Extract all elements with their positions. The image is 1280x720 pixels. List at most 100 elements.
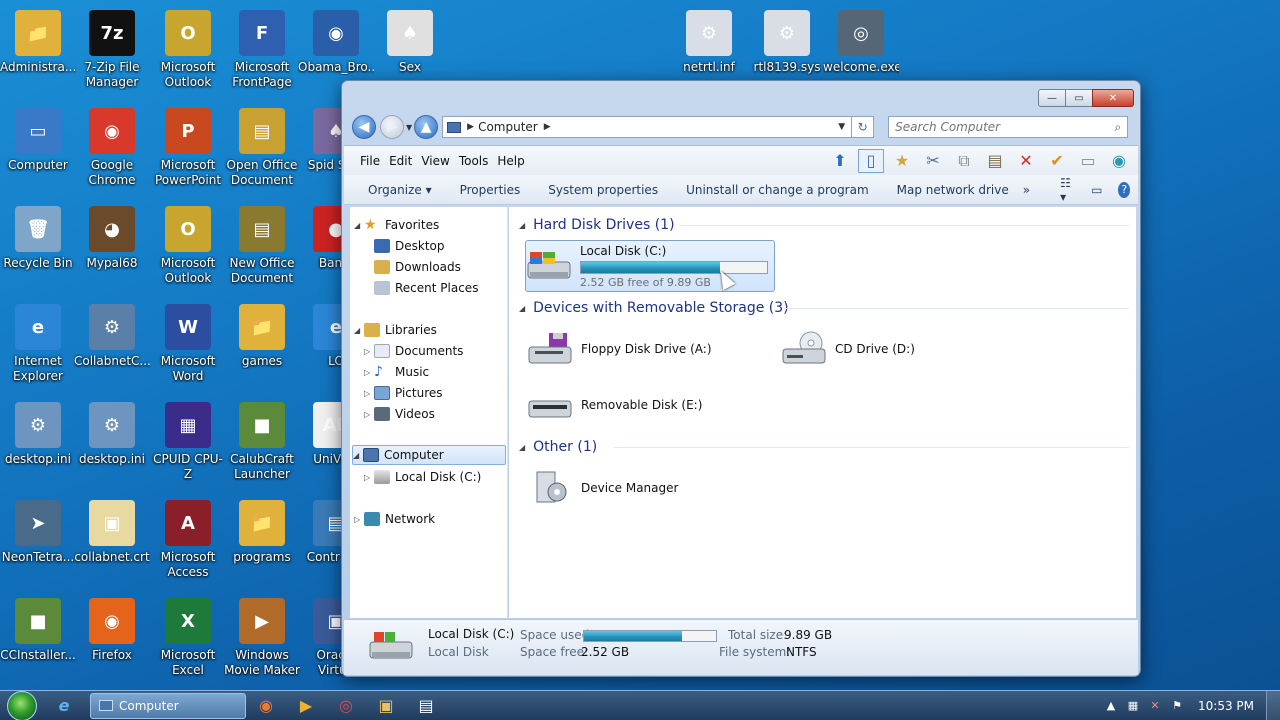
properties-icon[interactable]: ▭ <box>1075 149 1101 173</box>
document-icon[interactable]: ▤ <box>406 692 446 720</box>
volume-muted-icon[interactable]: ✕ <box>1144 699 1166 712</box>
desktop-icon-item[interactable]: O Microsoft Outlook <box>150 4 226 94</box>
nav-favorites[interactable]: ◢ ★ Favorites <box>354 215 439 235</box>
drive-removable-e[interactable]: Removable Disk (E:) <box>527 379 702 431</box>
breadcrumb-computer[interactable]: Computer <box>478 120 538 134</box>
menu-tools[interactable]: Tools <box>459 154 498 168</box>
desktop-icon-item[interactable]: ▤ New Office Document <box>224 200 300 290</box>
drive-floppy-a[interactable]: Floppy Disk Drive (A:) <box>527 323 712 375</box>
desktop-icon-item[interactable]: W Microsoft Word <box>150 298 226 388</box>
desktop-icon-item[interactable]: ◕ Mypal68 <box>74 200 150 290</box>
group-other[interactable]: ◢ Other (1) <box>519 437 1129 457</box>
desktop-icon-item[interactable]: 7z 7-Zip File Manager <box>74 4 150 94</box>
breadcrumb-chevron-icon[interactable]: ▶ <box>544 122 551 132</box>
network-tray-icon[interactable]: ▦ <box>1122 699 1144 712</box>
desktop-icon-item[interactable]: ⚙ desktop.ini <box>74 396 150 486</box>
organize-button[interactable]: Organize ▾ <box>344 183 446 197</box>
nav-libraries[interactable]: ◢ Libraries <box>354 320 437 340</box>
minimize-button[interactable]: — <box>1038 89 1066 107</box>
copy-icon[interactable]: ⧉ <box>951 149 977 173</box>
properties-button[interactable]: Properties <box>446 183 535 197</box>
close-button[interactable]: ✕ <box>1092 89 1134 107</box>
help-icon[interactable]: ? <box>1118 181 1131 198</box>
desktop-icon-item[interactable]: ◉ Firefox <box>74 592 150 682</box>
recent-pages-icon[interactable]: ▼ <box>406 123 412 132</box>
nav-downloads[interactable]: Downloads <box>364 257 461 277</box>
expand-arrow-icon[interactable]: ▷ <box>364 473 374 482</box>
menu-help[interactable]: Help <box>497 154 533 168</box>
desktop-icon-item[interactable]: ⚙ desktop.ini <box>0 396 76 486</box>
nav-pictures[interactable]: ▷ Pictures <box>364 383 443 403</box>
desktop-icon-item[interactable]: 📁 games <box>224 298 300 388</box>
favorites-folder-icon[interactable]: ★ <box>889 149 915 173</box>
expand-arrow-icon[interactable]: ▷ <box>364 368 374 377</box>
system-properties-button[interactable]: System properties <box>534 183 672 197</box>
flag-icon[interactable]: ⚑ <box>1166 699 1188 712</box>
desktop-icon-item[interactable]: ▶ Windows Movie Maker <box>224 592 300 682</box>
nav-documents[interactable]: ▷ Documents <box>364 341 463 361</box>
globe-icon[interactable]: ◉ <box>1106 149 1132 173</box>
desktop-icon-item[interactable]: ▣ collabnet.crt <box>74 494 150 584</box>
breadcrumb-chevron-icon[interactable]: ▶ <box>467 122 474 132</box>
preview-pane-icon[interactable]: ▭ <box>1091 183 1102 197</box>
drive-cd-d[interactable]: CD Drive (D:) <box>781 323 915 375</box>
desktop-icon-item[interactable]: F Microsoft FrontPage <box>224 4 300 94</box>
nav-desktop[interactable]: Desktop <box>364 236 445 256</box>
drive-local-disk-c[interactable]: Local Disk (C:) 2.52 GB free of 9.89 GB <box>525 240 775 292</box>
refresh-icon[interactable]: ↻ <box>852 116 875 138</box>
desktop-icon-item[interactable]: ▦ CPUID CPU-Z <box>150 396 226 486</box>
nav-videos[interactable]: ▷ Videos <box>364 404 435 424</box>
expand-arrow-icon[interactable]: ▷ <box>354 515 364 524</box>
desktop-icon-item[interactable]: X Microsoft Excel <box>150 592 226 682</box>
map-network-drive-button[interactable]: Map network drive <box>883 183 1023 197</box>
up-folder-icon[interactable]: ⬆ <box>827 149 853 173</box>
start-button[interactable] <box>0 690 44 720</box>
collapse-arrow-icon[interactable]: ◢ <box>354 221 364 230</box>
taskbar-computer-button[interactable]: Computer <box>90 692 246 719</box>
desktop-icon-item[interactable]: 📁 programs <box>224 494 300 584</box>
up-button[interactable]: ▲ <box>414 115 439 139</box>
app-window-icon[interactable]: ▣ <box>366 692 406 720</box>
expand-arrow-icon[interactable]: ▷ <box>364 410 374 419</box>
nav-network[interactable]: ▷ Network <box>354 509 435 529</box>
device-manager-item[interactable]: Device Manager <box>527 462 678 514</box>
media-player-icon[interactable]: ▶ <box>286 692 326 720</box>
desktop-icon-item[interactable]: 📁 Administra... <box>0 4 76 94</box>
paste-icon[interactable]: ▤ <box>982 149 1008 173</box>
search-box[interactable]: ⌕ <box>888 116 1129 138</box>
desktop-icon-item[interactable]: e Internet Explorer <box>0 298 76 388</box>
desktop-icon-item[interactable]: ▤ Open Office Document <box>224 102 300 192</box>
nav-computer[interactable]: ◢ Computer <box>352 445 506 465</box>
search-icon[interactable]: ⌕ <box>1114 120 1121 135</box>
search-input[interactable] <box>895 120 1115 134</box>
delete-icon[interactable]: ✕ <box>1013 149 1039 173</box>
desktop-icon-item[interactable]: ■ CalubCraft Launcher <box>224 396 300 486</box>
expand-arrow-icon[interactable]: ▷ <box>364 389 374 398</box>
menu-edit[interactable]: Edit <box>389 154 421 168</box>
checkmark-icon[interactable]: ✔ <box>1044 149 1070 173</box>
desktop-icon-item[interactable]: 🗑 Recycle Bin <box>0 200 76 290</box>
more-commands-button[interactable]: » <box>1023 183 1044 197</box>
group-hard-disk-drives[interactable]: ◢ Hard Disk Drives (1) <box>519 215 1129 235</box>
nav-local-disk-c[interactable]: ▷ Local Disk (C:) <box>364 467 481 487</box>
desktop-icon-item[interactable]: ■ CCInstaller... <box>0 592 76 682</box>
desktop-icon-item[interactable]: ▭ Computer <box>0 102 76 192</box>
address-dropdown-icon[interactable]: ▼ <box>832 122 851 132</box>
network-tool-icon[interactable]: ◎ <box>326 692 366 720</box>
show-desktop-button[interactable] <box>1266 690 1280 720</box>
back-button[interactable]: ◀ <box>352 115 376 139</box>
firefox-icon[interactable]: ◉ <box>246 692 286 720</box>
collapse-arrow-icon[interactable]: ◢ <box>353 451 363 460</box>
ie-icon[interactable]: e <box>44 692 84 720</box>
desktop-icon-item[interactable]: ⚙ CollabnetC... <box>74 298 150 388</box>
uninstall-program-button[interactable]: Uninstall or change a program <box>672 183 883 197</box>
change-view-icon[interactable]: ☷ ▾ <box>1060 176 1075 204</box>
collapse-arrow-icon[interactable]: ◢ <box>519 443 525 452</box>
desktop-icon-item[interactable]: ➤ NeonTetra... <box>0 494 76 584</box>
expand-arrow-icon[interactable]: ▷ <box>364 347 374 356</box>
cut-icon[interactable]: ✂ <box>920 149 946 173</box>
clock[interactable]: 10:53 PM <box>1198 699 1254 713</box>
show-hidden-icons-icon[interactable]: ▲ <box>1100 699 1122 712</box>
collapse-arrow-icon[interactable]: ◢ <box>519 221 525 230</box>
menu-file[interactable]: File <box>344 154 389 168</box>
